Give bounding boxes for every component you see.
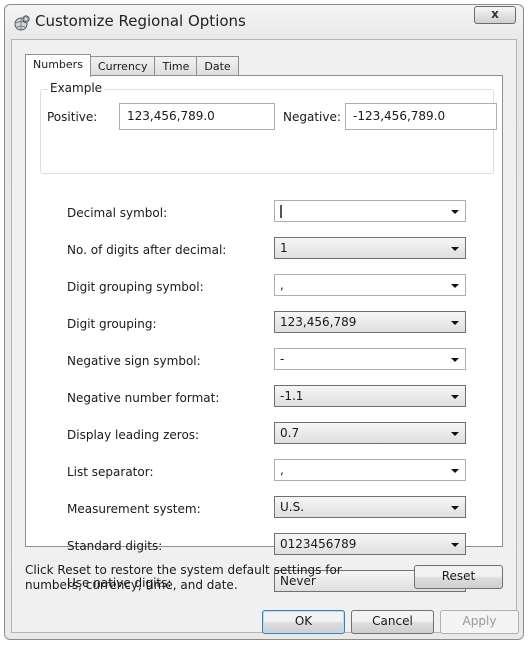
tab-date[interactable]: Date: [196, 56, 239, 76]
window-title: Customize Regional Options: [35, 12, 246, 30]
dialog-window: Customize Regional Options x Numbers Cur…: [4, 4, 524, 640]
globe-settings-icon: [14, 15, 30, 31]
chevron-down-icon: [451, 358, 459, 362]
dialog-client: Numbers Currency Time Date Example Posit…: [11, 39, 519, 634]
title-bar: Customize Regional Options x: [5, 5, 523, 39]
leading-zeros-value: 0.7: [280, 426, 300, 440]
digits-after-decimal-value: 1: [280, 241, 288, 255]
cancel-button[interactable]: Cancel: [351, 610, 434, 634]
digit-grouping-symbol-label: Digit grouping symbol:: [67, 280, 204, 294]
negative-sign-value: -: [280, 352, 285, 366]
measurement-system-value: U.S.: [280, 500, 305, 514]
negative-label: Negative:: [283, 110, 341, 124]
leading-zeros-combo[interactable]: 0.7: [274, 422, 466, 444]
chevron-down-icon: [451, 247, 459, 251]
digits-after-decimal-label: No. of digits after decimal:: [67, 243, 227, 257]
numbers-panel: Example Positive: 123,456,789.0 Negative…: [25, 75, 503, 592]
apply-button[interactable]: Apply: [440, 610, 519, 634]
list-separator-value: ,: [280, 463, 284, 477]
chevron-down-icon: [451, 543, 459, 547]
digits-after-decimal-combo[interactable]: 1: [274, 237, 466, 259]
negative-number-format-combo[interactable]: -1.1: [274, 385, 466, 407]
chevron-down-icon: [451, 284, 459, 288]
leading-zeros-label: Display leading zeros:: [67, 428, 200, 442]
text-cursor: [280, 205, 282, 218]
chevron-down-icon: [451, 321, 459, 325]
list-separator-combo[interactable]: ,: [274, 459, 466, 481]
digit-grouping-combo[interactable]: 123,456,789: [274, 311, 466, 333]
chevron-down-icon: [451, 210, 459, 214]
negative-example-field[interactable]: -123,456,789.0: [345, 103, 497, 130]
positive-label: Positive:: [47, 110, 98, 124]
chevron-down-icon: [451, 506, 459, 510]
negative-number-format-value: -1.1: [280, 389, 304, 403]
tab-numbers[interactable]: Numbers: [25, 54, 91, 77]
close-button[interactable]: x: [474, 6, 516, 24]
positive-example-field[interactable]: 123,456,789.0: [119, 103, 275, 130]
standard-digits-label: Standard digits:: [67, 539, 163, 553]
close-icon: x: [491, 7, 499, 21]
negative-number-format-label: Negative number format:: [67, 391, 220, 405]
tab-time[interactable]: Time: [154, 56, 198, 76]
list-separator-label: List separator:: [67, 465, 154, 479]
negative-sign-combo[interactable]: -: [274, 348, 466, 370]
standard-digits-combo[interactable]: 0123456789: [274, 533, 466, 555]
example-group: Example Positive: 123,456,789.0 Negative…: [40, 81, 497, 174]
chevron-down-icon: [451, 469, 459, 473]
tab-strip: Numbers Currency Time Date: [25, 54, 239, 77]
negative-sign-label: Negative sign symbol:: [67, 354, 201, 368]
reset-instructions: Click Reset to restore the system defaul…: [25, 563, 342, 592]
digit-grouping-value: 123,456,789: [280, 315, 357, 329]
standard-digits-value: 0123456789: [280, 537, 357, 551]
measurement-system-label: Measurement system:: [67, 502, 201, 516]
example-legend: Example: [48, 81, 105, 95]
decimal-symbol-label: Decimal symbol:: [67, 206, 168, 220]
measurement-system-combo[interactable]: U.S.: [274, 496, 466, 518]
digit-grouping-symbol-combo[interactable]: ,: [274, 274, 466, 296]
digit-grouping-label: Digit grouping:: [67, 317, 157, 331]
reset-button[interactable]: Reset: [414, 565, 503, 589]
digit-grouping-symbol-value: ,: [280, 278, 284, 292]
decimal-symbol-combo[interactable]: [274, 200, 466, 222]
ok-button[interactable]: OK: [262, 610, 345, 634]
tab-currency[interactable]: Currency: [89, 56, 156, 76]
chevron-down-icon: [451, 432, 459, 436]
chevron-down-icon: [451, 395, 459, 399]
